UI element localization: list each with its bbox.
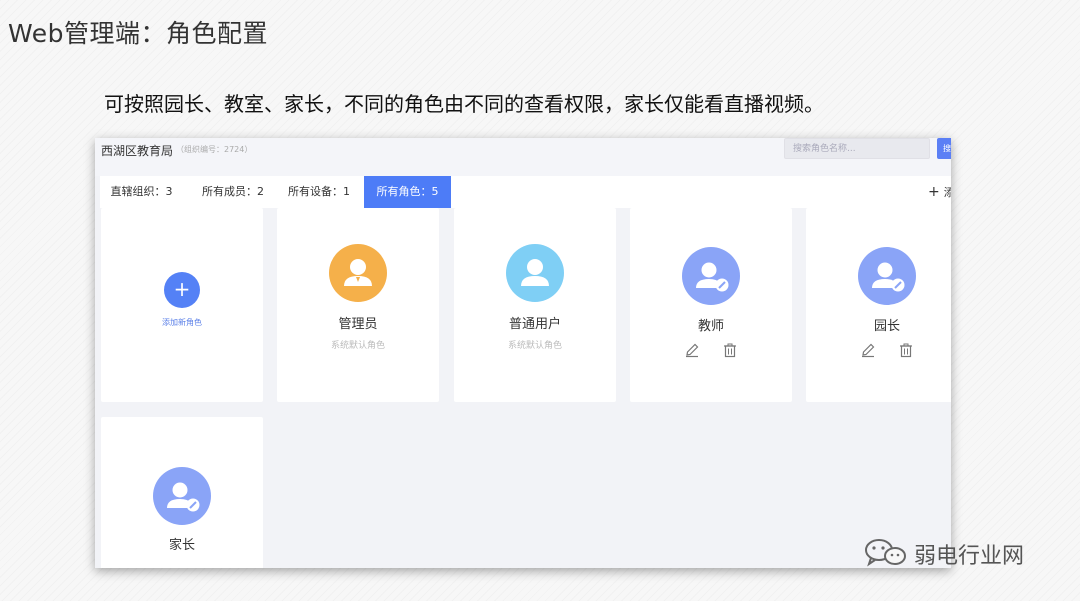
add-button[interactable]: + 添 [928, 176, 951, 208]
tab-all-devices[interactable]: 所有设备：1 [278, 176, 360, 208]
slide-subtitle: 可按照园长、教室、家长，不同的角色由不同的查看权限，家长仅能看直播视频。 [104, 92, 824, 116]
watermark-text: 弱电行业网 [914, 544, 1025, 569]
search-input[interactable] [784, 138, 930, 159]
watermark: 弱电行业网 [862, 537, 1024, 569]
role-card-parent[interactable]: 家长 [101, 417, 263, 568]
role-desc: 系统默认角色 [507, 341, 562, 351]
role-card-admin[interactable]: 管理员 系统默认角色 [277, 208, 439, 402]
role-actions [630, 339, 792, 358]
add-button-label: 添 [943, 186, 951, 199]
org-name: 西湖区教育局 [101, 144, 174, 158]
role-card-teacher[interactable]: 教师 [630, 208, 792, 402]
search-button[interactable]: 搜 [937, 138, 951, 159]
role-desc: 系统默认角色 [330, 341, 385, 351]
add-role-card[interactable]: + 添加新角色 [101, 208, 263, 402]
tab-all-members[interactable]: 所有成员：2 [192, 176, 274, 208]
role-card-principal[interactable]: 园长 [806, 208, 951, 402]
org-code: （组织编号：2724） [176, 145, 253, 154]
role-actions [806, 339, 951, 358]
role-name: 管理员 [338, 317, 378, 332]
plus-icon: + [928, 184, 940, 200]
role-name: 家长 [168, 538, 195, 553]
role-card-user[interactable]: 普通用户 系统默认角色 [454, 208, 616, 402]
user-edit-avatar-icon [858, 247, 916, 305]
add-role-label: 添加新角色 [162, 318, 202, 327]
slide-title: Web管理端：角色配置 [8, 19, 269, 48]
role-name: 教师 [697, 319, 724, 334]
user-edit-avatar-icon [682, 247, 740, 305]
tabs-bar: 直辖组织：3 所有成员：2 所有设备：1 所有角色：5 + 添 [100, 176, 951, 208]
plus-icon[interactable]: + [164, 272, 200, 308]
user-avatar-icon [329, 244, 387, 302]
app-window: 西湖区教育局 （组织编号：2724） 搜 直辖组织：3 所有成员：2 所有设备：… [95, 138, 951, 568]
trash-icon[interactable] [898, 342, 914, 358]
role-name: 园长 [873, 319, 900, 334]
user-avatar-icon [506, 244, 564, 302]
trash-icon[interactable] [722, 342, 738, 358]
edit-icon[interactable] [684, 342, 700, 358]
wechat-icon [865, 539, 906, 567]
tab-direct-orgs[interactable]: 直辖组织：3 [100, 176, 183, 208]
top-bar: 西湖区教育局 （组织编号：2724） 搜 [95, 138, 951, 176]
role-name: 普通用户 [508, 317, 561, 332]
user-edit-avatar-icon [153, 467, 211, 525]
edit-icon[interactable] [860, 342, 876, 358]
tab-all-roles[interactable]: 所有角色：5 [364, 176, 451, 208]
